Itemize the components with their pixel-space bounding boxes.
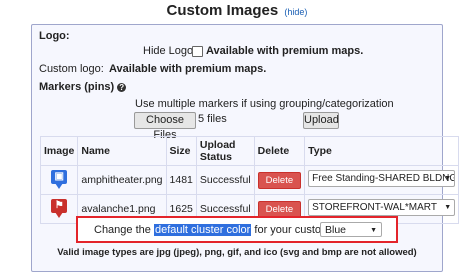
building-pin-icon: ▣ <box>50 170 68 190</box>
custom-images-heading: Custom Images <box>166 2 279 19</box>
markers-section-title: Markers (pins) <box>39 81 115 93</box>
type-select[interactable]: STOREFRONT-WAL*MART ▼ <box>308 199 456 216</box>
column-header-upload-status: Upload Status <box>195 136 255 166</box>
marker-size: 1481 <box>165 165 197 195</box>
column-header-name: Name <box>77 136 167 166</box>
store-pin-icon: ⚑ <box>50 199 68 219</box>
markers-section-label: Markers (pins)? <box>39 81 127 93</box>
help-icon[interactable]: ? <box>117 82 127 92</box>
column-header-delete: Delete <box>253 136 306 166</box>
delete-button[interactable]: Delete <box>257 200 302 218</box>
hide-logo-checkbox[interactable] <box>192 46 203 57</box>
custom-logo-label: Custom logo: <box>39 63 104 75</box>
delete-button[interactable]: Delete <box>257 171 302 189</box>
marker-name: amphitheater.png <box>77 165 167 195</box>
section-title: Custom Images (hide) <box>0 2 474 19</box>
choose-files-button[interactable]: Choose Files <box>134 112 196 141</box>
column-header-type: Type <box>304 136 460 166</box>
hide-link[interactable]: (hide) <box>284 7 307 17</box>
type-select-value: STOREFRONT-WAL*MART <box>312 202 437 213</box>
type-cell: Free Standing-SHARED BLDNG ▼ <box>304 165 460 195</box>
default-cluster-color-link[interactable]: default cluster color <box>153 224 252 236</box>
markers-table: Image Name Size Upload Status Delete Typ… <box>39 136 460 224</box>
type-select-value: Free Standing-SHARED BLDNG <box>312 173 456 184</box>
hide-logo-premium-note: Available with premium maps. <box>206 45 364 57</box>
logo-section-label: Logo: <box>39 30 70 42</box>
hide-logo-label: Hide Logo <box>143 45 194 57</box>
table-row: ▣ amphitheater.png 1481 Successful Delet… <box>39 165 460 195</box>
type-select[interactable]: Free Standing-SHARED BLDNG ▼ <box>308 170 456 187</box>
dropdown-arrow-icon: ▼ <box>370 227 377 234</box>
column-header-size: Size <box>165 136 197 166</box>
markers-table-header: Image Name Size Upload Status Delete Typ… <box>39 136 460 166</box>
markers-instruction: Use multiple markers if using grouping/c… <box>135 98 394 110</box>
dropdown-arrow-icon: ▼ <box>444 175 452 182</box>
cluster-prefix: Change the <box>94 224 151 236</box>
cluster-color-select[interactable]: Blue ▼ <box>320 222 382 237</box>
image-cell: ⚑ <box>39 194 79 224</box>
cluster-color-value: Blue <box>325 224 347 236</box>
upload-button[interactable]: Upload <box>303 112 339 129</box>
valid-types-note: Valid image types are jpg (jpeg), png, g… <box>57 247 417 258</box>
marker-status: Successful <box>195 165 255 195</box>
custom-logo-premium-note: Available with premium maps. <box>109 63 267 75</box>
delete-cell: Delete <box>253 165 306 195</box>
image-cell: ▣ <box>39 165 79 195</box>
files-count: 5 files <box>198 113 227 125</box>
cluster-color-highlight: Change the default cluster color for you… <box>76 216 398 243</box>
dropdown-arrow-icon: ▼ <box>444 204 452 211</box>
column-header-image: Image <box>39 136 79 166</box>
